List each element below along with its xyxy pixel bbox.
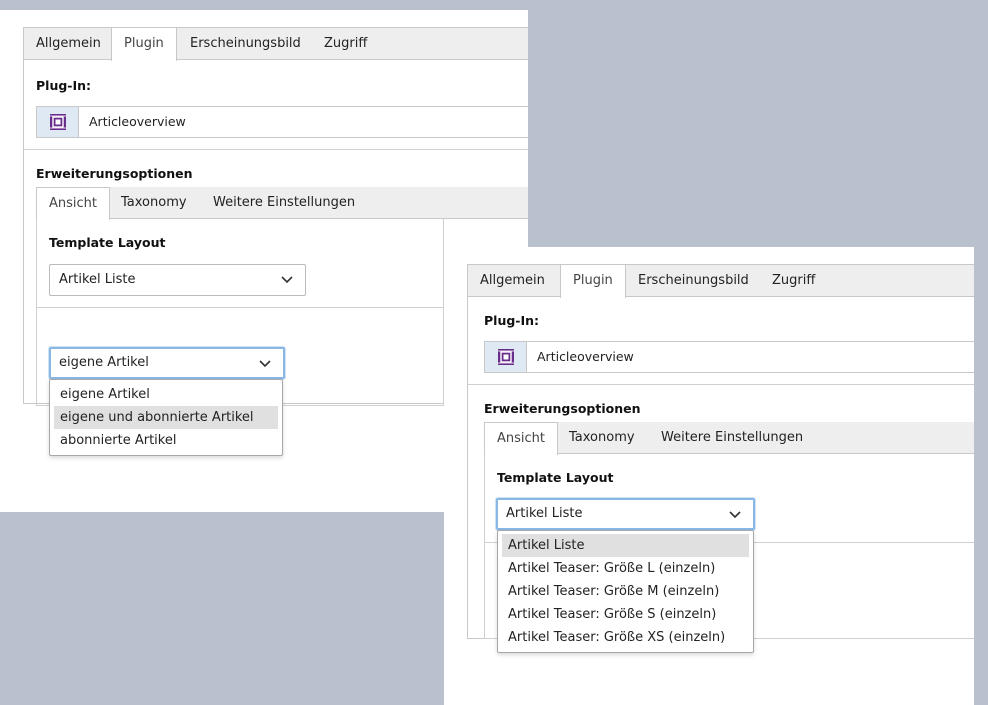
dropdown-option[interactable]: Artikel Teaser: Größe M (einzeln) bbox=[502, 580, 749, 603]
article-source-select[interactable]: eigene Artikel bbox=[49, 347, 285, 379]
dropdown-option[interactable]: eigene Artikel bbox=[54, 383, 278, 406]
subtab-weitere-einstellungen[interactable]: Weitere Einstellungen bbox=[649, 422, 815, 454]
dropdown-option[interactable]: Artikel Teaser: Größe L (einzeln) bbox=[502, 557, 749, 580]
chevron-down-icon bbox=[281, 276, 293, 284]
divider bbox=[468, 384, 974, 385]
subtab-weitere-einstellungen[interactable]: Weitere Einstellungen bbox=[201, 187, 367, 219]
divider bbox=[36, 307, 444, 308]
tab-zugriff[interactable]: Zugriff bbox=[312, 28, 379, 60]
template-layout-select[interactable]: Artikel Liste bbox=[49, 264, 306, 296]
subtab-ansicht[interactable]: Ansicht bbox=[36, 187, 111, 220]
chevron-down-icon bbox=[259, 360, 271, 368]
chevron-down-icon bbox=[729, 511, 741, 519]
article-source-value: eigene Artikel bbox=[59, 355, 149, 370]
template-layout-dropdown: Artikel Liste Artikel Teaser: Größe L (e… bbox=[497, 530, 754, 653]
subtab-taxonomy[interactable]: Taxonomy bbox=[557, 422, 647, 454]
dropdown-option[interactable]: eigene und abonnierte Artikel bbox=[54, 406, 278, 429]
template-layout-label: Template Layout bbox=[49, 235, 166, 250]
main-tabbar: Allgemein Plugin Erscheinungsbild Zugrif… bbox=[24, 28, 528, 61]
template-layout-label: Template Layout bbox=[497, 470, 614, 485]
extension-options-label: Erweiterungsoptionen bbox=[484, 401, 641, 416]
tab-allgemein[interactable]: Allgemein bbox=[468, 265, 557, 297]
dropdown-option[interactable]: Artikel Teaser: Größe S (einzeln) bbox=[502, 603, 749, 626]
extension-options-label: Erweiterungsoptionen bbox=[36, 166, 193, 181]
plugin-label: Plug-In: bbox=[36, 78, 92, 93]
subtab-taxonomy[interactable]: Taxonomy bbox=[109, 187, 199, 219]
plugin-field[interactable]: Articleoverview bbox=[484, 341, 974, 373]
tab-plugin[interactable]: Plugin bbox=[560, 265, 626, 298]
extension-subtabs: Ansicht Taxonomy Weitere Einstellungen bbox=[484, 422, 974, 455]
template-layout-select[interactable]: Artikel Liste bbox=[496, 498, 755, 530]
plugin-value: Articleoverview bbox=[537, 349, 634, 364]
template-layout-value: Artikel Liste bbox=[59, 272, 136, 287]
template-layout-value: Artikel Liste bbox=[506, 506, 583, 521]
plugin-field[interactable]: Articleoverview bbox=[36, 106, 528, 138]
tab-erscheinungsbild[interactable]: Erscheinungsbild bbox=[178, 28, 313, 60]
tab-erscheinungsbild[interactable]: Erscheinungsbild bbox=[626, 265, 761, 297]
article-source-dropdown: eigene Artikel eigene und abonnierte Art… bbox=[49, 379, 283, 456]
divider bbox=[24, 149, 528, 150]
plugin-value: Articleoverview bbox=[89, 114, 186, 129]
dropdown-option[interactable]: Artikel Teaser: Größe XS (einzeln) bbox=[502, 626, 749, 649]
tab-zugriff[interactable]: Zugriff bbox=[760, 265, 827, 297]
plugin-icon bbox=[37, 107, 79, 137]
tab-allgemein[interactable]: Allgemein bbox=[24, 28, 113, 60]
plugin-icon bbox=[485, 342, 527, 372]
tab-plugin[interactable]: Plugin bbox=[111, 28, 177, 61]
extension-subtabs: Ansicht Taxonomy Weitere Einstellungen bbox=[36, 187, 528, 220]
dropdown-option[interactable]: Artikel Liste bbox=[502, 534, 749, 557]
subtab-ansicht[interactable]: Ansicht bbox=[484, 422, 559, 455]
screenshot-right: Allgemein Plugin Erscheinungsbild Zugrif… bbox=[444, 247, 974, 705]
dropdown-option[interactable]: abonnierte Artikel bbox=[54, 429, 278, 452]
plugin-label: Plug-In: bbox=[484, 313, 540, 328]
main-tabbar: Allgemein Plugin Erscheinungsbild Zugrif… bbox=[468, 265, 974, 298]
